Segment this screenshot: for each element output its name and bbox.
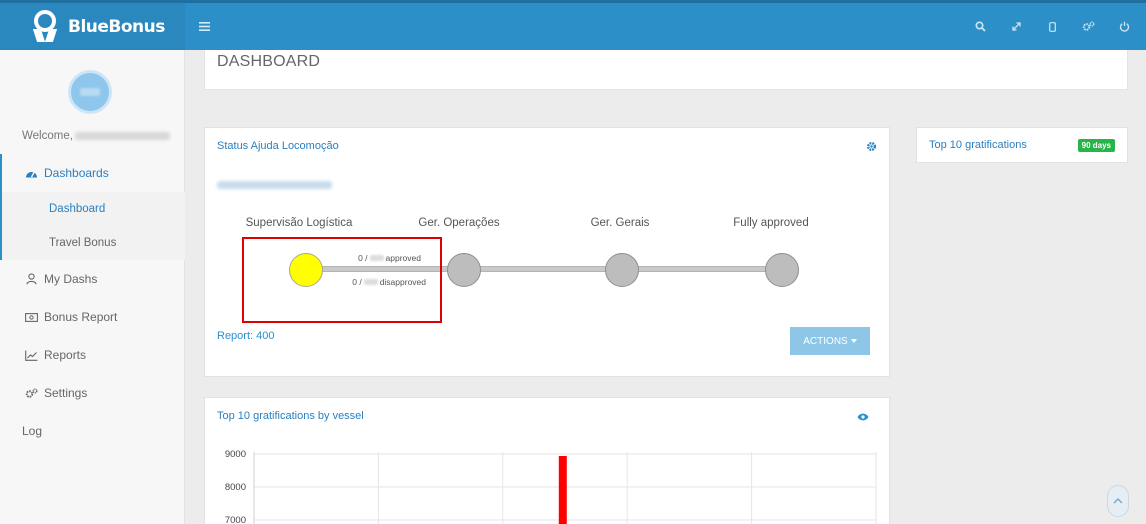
sidebar-subitem-travel-bonus[interactable]: Travel Bonus — [0, 226, 185, 260]
stage-label: Supervisão Logística — [245, 217, 353, 229]
report-link[interactable]: Report: 400 — [217, 330, 274, 342]
page-header: DASHBOARD — [204, 50, 1128, 90]
sidebar-item-label: Log — [22, 424, 43, 438]
stage-label: Fully approved — [733, 217, 809, 229]
user-icon — [24, 273, 38, 285]
vessel-bar-chart: 9000 8000 7000 — [225, 449, 877, 524]
top10-title: Top 10 gratifications — [929, 139, 1027, 151]
y-tick-label: 7000 — [225, 515, 246, 524]
top10-gratifications-panel: Top 10 gratifications 90 days — [916, 127, 1128, 163]
sidebar-item-label: Settings — [44, 386, 88, 400]
welcome-label: Welcome, — [22, 130, 73, 142]
line-chart-icon — [24, 350, 38, 361]
actions-label: ACTIONS — [803, 335, 848, 347]
highlight-annotation — [242, 237, 442, 323]
tachometer-icon — [24, 168, 38, 179]
cogs-icon — [24, 388, 38, 399]
sidebar-item-label: My Dashs — [44, 272, 98, 286]
sidebar-item-log[interactable]: Log — [0, 412, 185, 450]
top-navbar: BlueBonus — [0, 0, 1146, 50]
caret-down-icon — [850, 339, 857, 343]
sidebar: Welcome, Dashboards Dashboard Travel Bon… — [0, 50, 185, 524]
status-panel-title: Status Ajuda Locomoção — [217, 140, 339, 152]
power-icon[interactable] — [1110, 12, 1139, 41]
chart-bar — [558, 456, 567, 524]
sidebar-item-label: Bonus Report — [44, 310, 118, 324]
vessel-chart-panel: Top 10 gratifications by vessel 9000 8000… — [204, 397, 890, 524]
award-ribbon-icon — [30, 9, 60, 44]
search-icon[interactable] — [966, 12, 995, 41]
stage-label: Ger. Operações — [418, 217, 500, 229]
brand-name: BlueBonus — [68, 16, 165, 37]
stage-label: Ger. Gerais — [590, 217, 650, 229]
status-panel: Status Ajuda Locomoção Supervisão Logíst… — [204, 127, 890, 377]
expand-icon[interactable] — [1002, 12, 1031, 41]
actions-button[interactable]: ACTIONS — [790, 327, 870, 355]
redacted-subtitle — [217, 181, 332, 189]
sidebar-item-dashboards[interactable]: Dashboards — [0, 154, 185, 192]
sidebar-item-settings[interactable]: Settings — [0, 374, 185, 412]
user-name-redacted — [74, 132, 170, 140]
cogs-icon[interactable] — [1074, 12, 1103, 41]
sidebar-item-my-dashs[interactable]: My Dashs — [0, 260, 185, 298]
days-badge: 90 days — [1077, 139, 1115, 152]
scroll-to-top-button[interactable] — [1107, 485, 1129, 517]
hamburger-icon[interactable] — [199, 18, 210, 35]
brand[interactable]: BlueBonus — [0, 3, 185, 50]
stage-node[interactable] — [447, 253, 481, 287]
y-tick-label: 9000 — [225, 449, 246, 460]
y-tick-label: 8000 — [225, 482, 246, 493]
sidebar-item-bonus-report[interactable]: Bonus Report — [0, 298, 185, 336]
money-icon — [24, 312, 38, 322]
welcome-text: Welcome, — [22, 130, 170, 142]
avatar[interactable] — [68, 70, 112, 114]
chevron-up-icon — [1113, 498, 1123, 504]
stage-node[interactable] — [765, 253, 799, 287]
sidebar-nav: Dashboards Dashboard Travel Bonus My Das… — [0, 154, 185, 450]
stage-node[interactable] — [605, 253, 639, 287]
gear-icon[interactable] — [866, 141, 877, 152]
sidebar-subitem-dashboard[interactable]: Dashboard — [0, 192, 185, 226]
sidebar-item-label: Reports — [44, 348, 87, 362]
sidebar-item-label: Dashboards — [44, 166, 109, 180]
mobile-icon[interactable] — [1038, 12, 1067, 41]
page-title: DASHBOARD — [217, 53, 321, 70]
sidebar-item-reports[interactable]: Reports — [0, 336, 185, 374]
